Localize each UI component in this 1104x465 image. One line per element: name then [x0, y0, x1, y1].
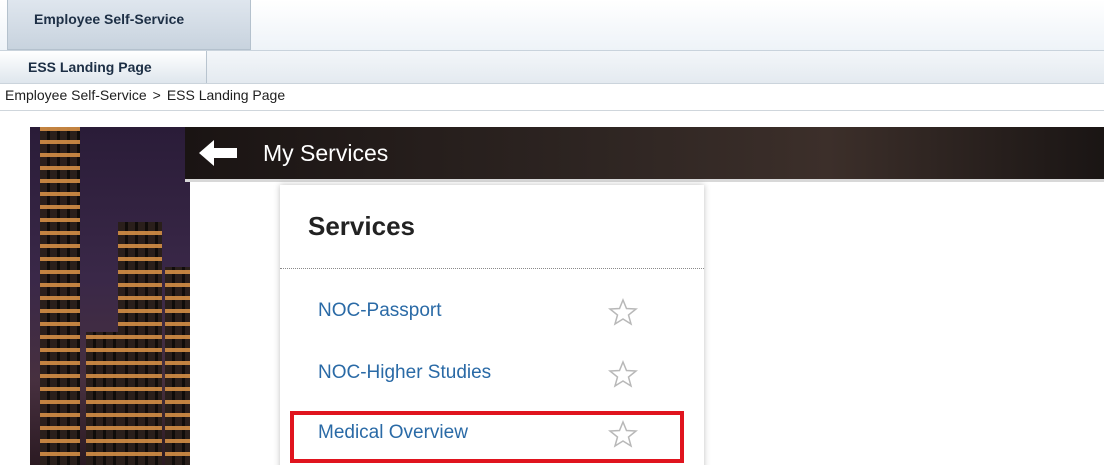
divider: [0, 110, 1104, 111]
back-arrow-icon[interactable]: [199, 140, 239, 166]
city-background-image: [30, 127, 190, 465]
top-tab-bar: Employee Self-Service: [0, 0, 1104, 51]
sub-tab-bar: ESS Landing Page: [0, 51, 1104, 84]
breadcrumb: Employee Self-Service > ESS Landing Page: [5, 87, 285, 103]
services-panel: Services NOC-Passport NOC-Higher Studies…: [280, 185, 704, 465]
star-outline-icon[interactable]: [608, 420, 638, 448]
service-link-noc-passport[interactable]: NOC-Passport: [318, 300, 442, 322]
building-image: [118, 222, 162, 465]
service-item-medical-overview[interactable]: Medical Overview: [290, 411, 684, 463]
building-image: [165, 267, 190, 465]
content-frame: My Services Services NOC-Passport NOC-Hi…: [30, 127, 1104, 465]
tab-employee-self-service[interactable]: Employee Self-Service: [7, 0, 251, 50]
tab-ess-landing-page[interactable]: ESS Landing Page: [0, 51, 207, 83]
service-item-noc-passport[interactable]: NOC-Passport: [290, 289, 684, 333]
building-image: [40, 127, 80, 465]
my-services-header: My Services: [185, 127, 1104, 182]
star-outline-icon[interactable]: [608, 360, 638, 388]
page-title: My Services: [263, 140, 389, 166]
services-title: Services: [308, 211, 415, 241]
breadcrumb-separator: >: [152, 87, 161, 103]
breadcrumb-item-ess-landing-page[interactable]: ESS Landing Page: [167, 87, 285, 103]
service-item-noc-higher-studies[interactable]: NOC-Higher Studies: [290, 351, 684, 395]
service-link-medical-overview[interactable]: Medical Overview: [318, 422, 468, 444]
building-image: [86, 332, 120, 465]
panel-divider: [280, 268, 704, 269]
breadcrumb-item-employee-self-service[interactable]: Employee Self-Service: [5, 87, 147, 103]
star-outline-icon[interactable]: [608, 298, 638, 326]
service-link-noc-higher-studies[interactable]: NOC-Higher Studies: [318, 362, 491, 384]
